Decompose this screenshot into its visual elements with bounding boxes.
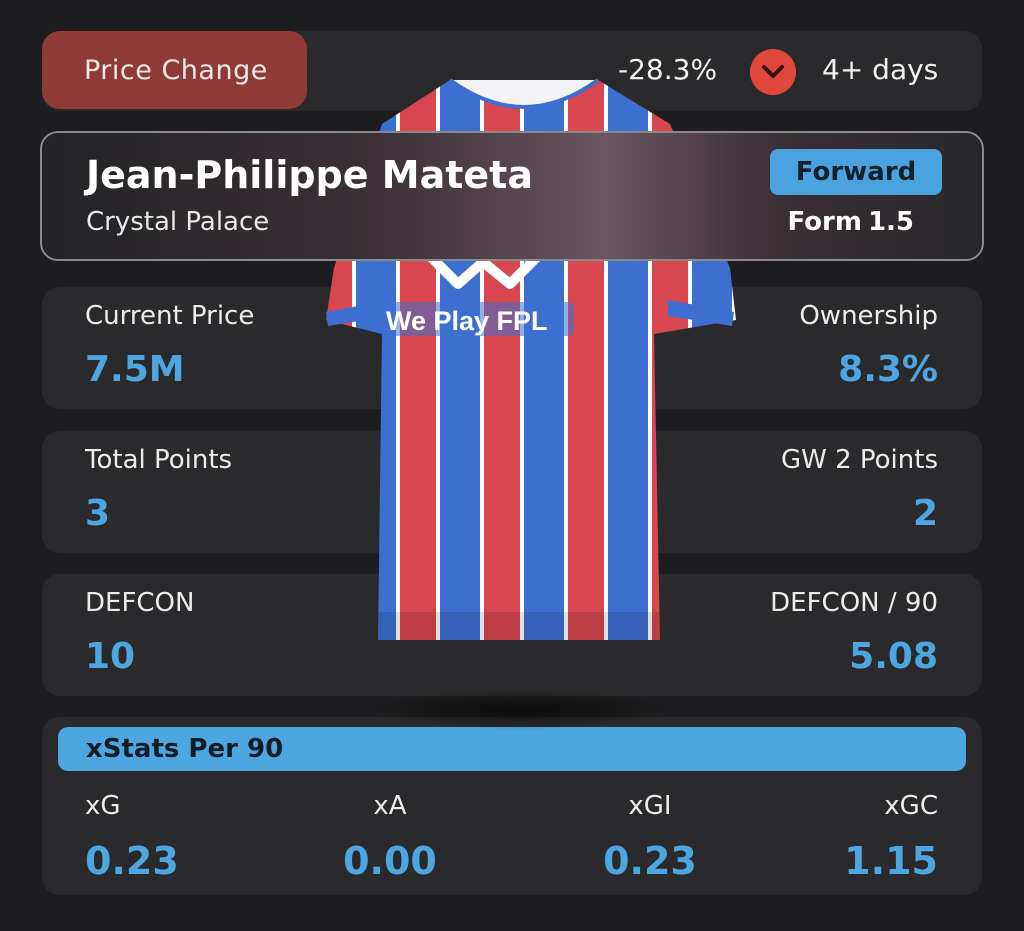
team-name: Crystal Palace bbox=[86, 207, 270, 237]
total-points-label: Total Points bbox=[85, 445, 233, 475]
xstat-xgc: xGC 1.15 bbox=[738, 791, 938, 883]
player-header-card: Jean-Philippe Mateta Crystal Palace Forw… bbox=[40, 131, 984, 261]
position-badge: Forward bbox=[770, 149, 942, 195]
chevron-down-icon bbox=[750, 49, 796, 95]
defcon-per-90-value: 5.08 bbox=[849, 636, 938, 677]
form-label: Form bbox=[787, 207, 862, 237]
defcon-value: 10 bbox=[85, 636, 136, 677]
xstat-xgi: xGI 0.23 bbox=[600, 791, 700, 883]
total-points-value: 3 bbox=[85, 493, 111, 534]
price-change-days: 4+ days bbox=[822, 53, 939, 86]
xstat-label: xA bbox=[373, 791, 407, 821]
xstat-xa: xA 0.00 bbox=[342, 791, 438, 883]
current-price-label: Current Price bbox=[85, 301, 255, 331]
xstat-value: 0.00 bbox=[343, 839, 437, 883]
gw-points-value: 2 bbox=[912, 493, 938, 534]
form-display: Form 1.5 bbox=[781, 207, 914, 237]
price-change-button[interactable]: Price Change bbox=[42, 31, 307, 109]
xstat-value: 1.15 bbox=[844, 839, 938, 883]
xstat-value: 0.23 bbox=[85, 839, 179, 883]
player-name: Jean-Philippe Mateta bbox=[86, 153, 533, 197]
price-change-value: -28.3% bbox=[618, 53, 718, 86]
xstats-card: xStats Per 90 xG 0.23 xA 0.00 xGI 0.23 x… bbox=[42, 717, 982, 895]
xstat-label: xGC bbox=[884, 791, 938, 821]
points-card: Total Points 3 GW 2 Points 2 bbox=[42, 431, 982, 553]
xstats-header: xStats Per 90 bbox=[58, 727, 966, 771]
defcon-per-90-label: DEFCON / 90 bbox=[770, 588, 938, 618]
price-change-row: Price Change -28.3% 4+ days bbox=[42, 31, 982, 111]
ownership-label: Ownership bbox=[799, 301, 938, 331]
ownership-value: 8.3% bbox=[838, 349, 938, 390]
xstat-xg: xG 0.23 bbox=[85, 791, 285, 883]
form-value: 1.5 bbox=[867, 207, 914, 237]
jersey-shadow bbox=[360, 690, 680, 730]
xstat-label: xG bbox=[85, 791, 121, 821]
gw-points-label: GW 2 Points bbox=[780, 445, 938, 475]
price-ownership-card: Current Price 7.5M Ownership 8.3% bbox=[42, 287, 982, 409]
xstat-label: xGI bbox=[628, 791, 672, 821]
xstat-value: 0.23 bbox=[603, 839, 697, 883]
price-change-label: Price Change bbox=[84, 54, 268, 86]
current-price-value: 7.5M bbox=[85, 349, 185, 390]
defcon-card: DEFCON 10 DEFCON / 90 5.08 bbox=[42, 574, 982, 696]
defcon-label: DEFCON bbox=[85, 588, 195, 618]
